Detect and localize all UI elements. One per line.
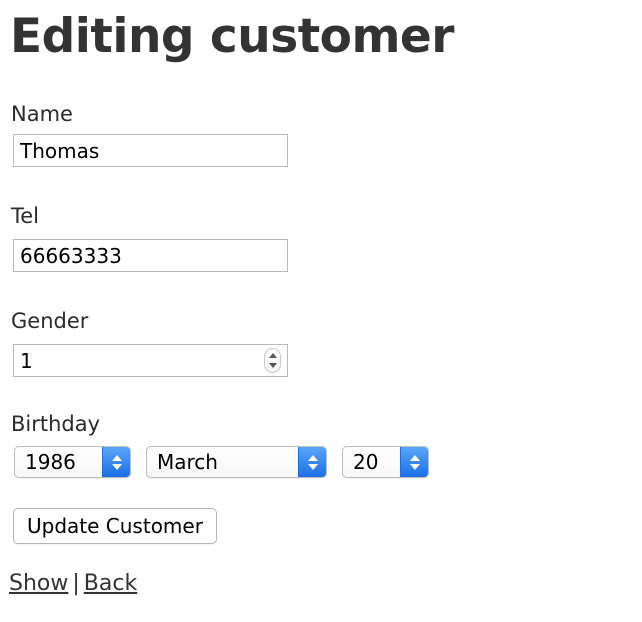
chevron-up-icon [111,454,122,461]
page-title: Editing customer [10,9,455,64]
gender-label: Gender [11,309,89,333]
link-separator: | [72,571,80,596]
chevron-updown-icon[interactable] [102,447,130,477]
tel-input[interactable] [13,239,288,272]
birthday-day-select[interactable]: 20 [342,446,429,478]
birthday-year-select[interactable]: 1986 [14,446,131,478]
chevron-down-icon [307,463,318,470]
stepper-down-icon[interactable] [268,362,277,368]
back-link[interactable]: Back [84,571,137,596]
show-link[interactable]: Show [9,571,68,596]
update-customer-button[interactable]: Update Customer [13,508,217,544]
birthday-month-value: March [157,450,218,474]
chevron-up-icon [307,454,318,461]
chevron-updown-icon[interactable] [400,447,428,477]
gender-input-wrapper [13,344,288,377]
birthday-month-select[interactable]: March [146,446,327,478]
chevron-updown-icon[interactable] [298,447,326,477]
birthday-label: Birthday [11,412,101,436]
name-label: Name [11,102,73,126]
tel-label: Tel [11,204,40,228]
stepper-up-icon[interactable] [268,353,277,359]
gender-stepper[interactable] [264,348,281,373]
chevron-up-icon [409,454,420,461]
page-links: Show | Back [9,570,137,598]
name-input[interactable] [13,134,288,167]
birthday-select-row: 1986 March 20 [14,446,429,478]
chevron-down-icon [111,463,122,470]
birthday-year-value: 1986 [25,450,76,474]
birthday-day-value: 20 [353,450,379,474]
gender-input[interactable] [14,345,254,376]
chevron-down-icon [409,463,420,470]
